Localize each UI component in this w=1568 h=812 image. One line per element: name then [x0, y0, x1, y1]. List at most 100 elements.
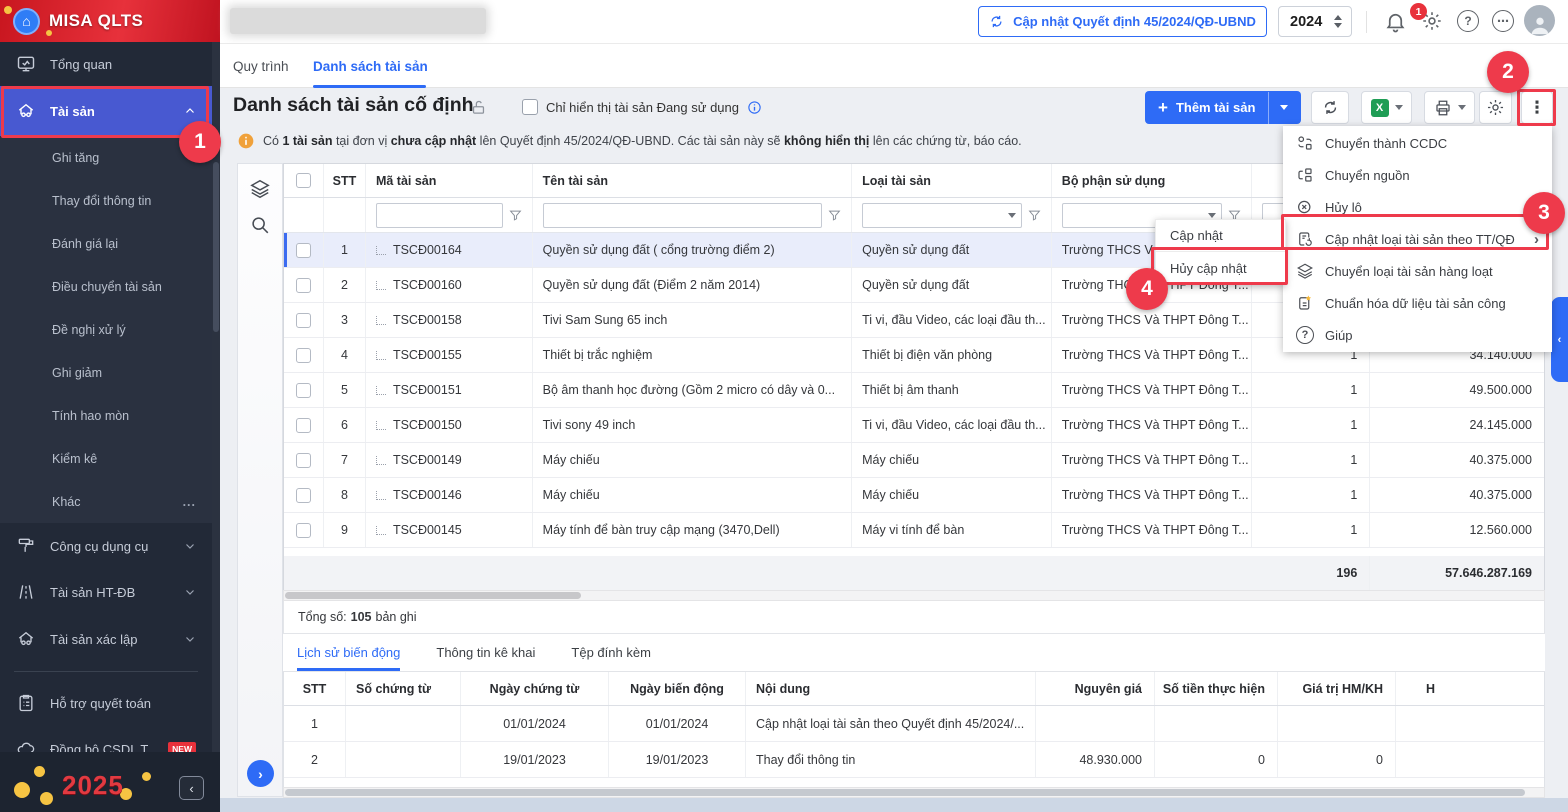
- history-row[interactable]: 2 19/01/2023 19/01/2023 Thay đổi thông t…: [284, 742, 1544, 778]
- cell-qty: 1: [1252, 443, 1371, 477]
- col-noi-dung[interactable]: Nội dung: [746, 672, 1036, 705]
- col-stt[interactable]: STT: [324, 164, 366, 197]
- table-row[interactable]: 7 TSCĐ00149 Máy chiếu Máy chiếu Trường T…: [284, 443, 1544, 478]
- cell-content: Cập nhật loại tài sản theo Quyết định 45…: [746, 706, 1036, 741]
- sidebar-item-de-nghi-xu-ly[interactable]: Đề nghị xử lý: [0, 308, 212, 351]
- sidebar-scrollbar-thumb[interactable]: [213, 162, 219, 332]
- col-nguyen-gia[interactable]: Nguyên giá: [1036, 672, 1155, 705]
- col-so-tien-thuc-hien[interactable]: Số tiền thực hiện: [1155, 672, 1278, 705]
- sidebar-item-overview[interactable]: Tổng quan: [0, 42, 212, 86]
- table-row[interactable]: 8 TSCĐ00146 Máy chiếu Máy chiếu Trường T…: [284, 478, 1544, 513]
- row-checkbox[interactable]: [295, 487, 311, 503]
- printer-icon: [1435, 100, 1450, 115]
- cell-code: TSCĐ00151: [366, 373, 533, 407]
- col-stt[interactable]: STT: [284, 672, 346, 705]
- cell-name: Máy tính để bàn truy cập mạng (3470,Dell…: [533, 513, 853, 547]
- menu-item-chuan-hoa-du-lieu[interactable]: Chuẩn hóa dữ liệu tài sản công: [1283, 287, 1552, 319]
- tab-quy-trinh[interactable]: Quy trình: [233, 44, 289, 88]
- table-row[interactable]: 9 TSCĐ00145 Máy tính để bàn truy cập mạn…: [284, 513, 1544, 548]
- year-value: 2024: [1290, 13, 1323, 30]
- notification-bell-icon[interactable]: [1384, 10, 1407, 33]
- col-bo-phan-su-dung[interactable]: Bộ phận sử dụng: [1052, 164, 1253, 197]
- menu-item-giup[interactable]: ? Giúp: [1283, 319, 1552, 351]
- dropdown-caret-icon[interactable]: [1007, 212, 1016, 218]
- menu-item-chuyen-loai-hang-loat[interactable]: Chuyển loại tài sản hàng loạt: [1283, 255, 1552, 287]
- unlock-icon[interactable]: [470, 98, 487, 117]
- scrollbar-thumb[interactable]: [285, 592, 581, 599]
- settings-gear-icon[interactable]: [1421, 10, 1443, 32]
- tab-danh-sach-tai-san[interactable]: Danh sách tài sản: [313, 44, 428, 88]
- refresh-button[interactable]: [1311, 91, 1349, 124]
- dropdown-caret-icon[interactable]: [1208, 212, 1217, 218]
- col-partial[interactable]: H: [1396, 672, 1544, 705]
- sidebar-item-thay-doi-thong-tin[interactable]: Thay đổi thông tin: [0, 179, 212, 222]
- more-dots-icon[interactable]: ...: [183, 495, 196, 509]
- collapse-side-panel-button[interactable]: ‹: [1551, 297, 1568, 382]
- only-in-use-checkbox[interactable]: [522, 99, 538, 115]
- expand-panel-button[interactable]: ›: [247, 760, 274, 787]
- col-loai-tai-san[interactable]: Loại tài sản: [852, 164, 1052, 197]
- row-checkbox[interactable]: [295, 382, 311, 398]
- search-icon[interactable]: [249, 214, 271, 236]
- row-checkbox[interactable]: [295, 242, 311, 258]
- row-checkbox[interactable]: [295, 347, 311, 363]
- horizontal-scrollbar[interactable]: [283, 787, 1545, 798]
- sidebar-item-ghi-giam[interactable]: Ghi giảm: [0, 351, 212, 394]
- grid-settings-button[interactable]: [1479, 91, 1512, 124]
- add-asset-button[interactable]: + Thêm tài sản: [1145, 91, 1301, 124]
- menu-item-chuyen-thanh-ccdc[interactable]: Chuyển thành CCDC: [1283, 127, 1552, 159]
- sidebar-item-dieu-chuyen-tai-san[interactable]: Điều chuyển tài sản: [0, 265, 212, 308]
- sidebar-item-tai-san-xac-lap[interactable]: Tài sản xác lập: [0, 615, 212, 663]
- history-table: STT Số chứng từ Ngày chứng từ Ngày biến …: [283, 672, 1545, 788]
- year-stepper[interactable]: [1334, 15, 1351, 28]
- sidebar-collapse-button[interactable]: ‹: [179, 776, 204, 800]
- horizontal-scrollbar[interactable]: [283, 590, 1545, 601]
- row-checkbox[interactable]: [295, 312, 311, 328]
- col-so-chung-tu[interactable]: Số chứng từ: [346, 672, 461, 705]
- filter-type-input[interactable]: [863, 203, 1008, 227]
- col-ngay-chung-tu[interactable]: Ngày chứng từ: [461, 672, 609, 705]
- info-icon[interactable]: [747, 100, 762, 115]
- add-asset-dropdown[interactable]: [1269, 105, 1299, 110]
- feedback-ellipsis-icon[interactable]: ⋯: [1492, 10, 1514, 32]
- col-ma-tai-san[interactable]: Mã tài sản: [366, 164, 533, 197]
- table-row[interactable]: 6 TSCĐ00150 Tivi sony 49 inch Ti vi, đầu…: [284, 408, 1544, 443]
- col-ngay-bien-dong[interactable]: Ngày biến động: [609, 672, 746, 705]
- year-selector[interactable]: 2024: [1278, 6, 1352, 37]
- history-row[interactable]: 1 01/01/2024 01/01/2024 Cập nhật loại tà…: [284, 706, 1544, 742]
- tab-tep-dinh-kem[interactable]: Tệp đính kèm: [571, 634, 651, 671]
- tab-lich-su-bien-dong[interactable]: Lịch sử biến động: [297, 634, 401, 671]
- print-button[interactable]: [1424, 91, 1475, 124]
- tree-twig-icon: [375, 350, 386, 360]
- filter-name-input[interactable]: [543, 203, 817, 227]
- tab-thong-tin-ke-khai[interactable]: Thông tin kê khai: [436, 634, 535, 671]
- active-tab-underline: [313, 85, 426, 88]
- row-checkbox[interactable]: [295, 452, 311, 468]
- sidebar-item-danh-gia-lai[interactable]: Đánh giá lại: [0, 222, 212, 265]
- sidebar-item-tinh-hao-mon[interactable]: Tính hao mòn: [0, 394, 212, 437]
- filter-funnel-icon[interactable]: [1028, 209, 1041, 222]
- sidebar-item-tai-san-ht-db[interactable]: Tài sản HT-ĐB: [0, 569, 212, 615]
- row-checkbox[interactable]: [295, 277, 311, 293]
- filter-funnel-icon[interactable]: [509, 209, 522, 222]
- filter-funnel-icon[interactable]: [828, 209, 841, 222]
- update-decision-button[interactable]: Cập nhật Quyết định 45/2024/QĐ-UBND: [978, 6, 1267, 37]
- scrollbar-thumb[interactable]: [285, 789, 1525, 796]
- sidebar-item-ho-tro-quyet-toan[interactable]: Hỗ trợ quyết toán: [0, 680, 212, 726]
- layers-icon[interactable]: [249, 178, 271, 200]
- sidebar-item-kiem-ke[interactable]: Kiểm kê: [0, 437, 212, 480]
- col-ten-tai-san[interactable]: Tên tài sản: [533, 164, 853, 197]
- user-avatar[interactable]: [1524, 5, 1555, 36]
- row-checkbox[interactable]: [295, 417, 311, 433]
- sidebar-item-khac[interactable]: Khác...: [0, 480, 212, 523]
- cell-qty: 1: [1252, 373, 1371, 407]
- table-row[interactable]: 5 TSCĐ00151 Bộ âm thanh học đường (Gồm 2…: [284, 373, 1544, 408]
- filter-code-input[interactable]: [376, 203, 497, 227]
- select-all-checkbox[interactable]: [295, 173, 311, 188]
- help-icon[interactable]: ?: [1457, 10, 1479, 32]
- sidebar-item-cong-cu-dung-cu[interactable]: Công cụ dụng cụ: [0, 523, 212, 569]
- menu-item-chuyen-nguon[interactable]: Chuyển nguồn: [1283, 159, 1552, 191]
- row-checkbox[interactable]: [295, 522, 311, 538]
- export-excel-button[interactable]: X: [1361, 91, 1412, 124]
- col-gia-tri-hm-kh[interactable]: Giá trị HM/KH: [1278, 672, 1396, 705]
